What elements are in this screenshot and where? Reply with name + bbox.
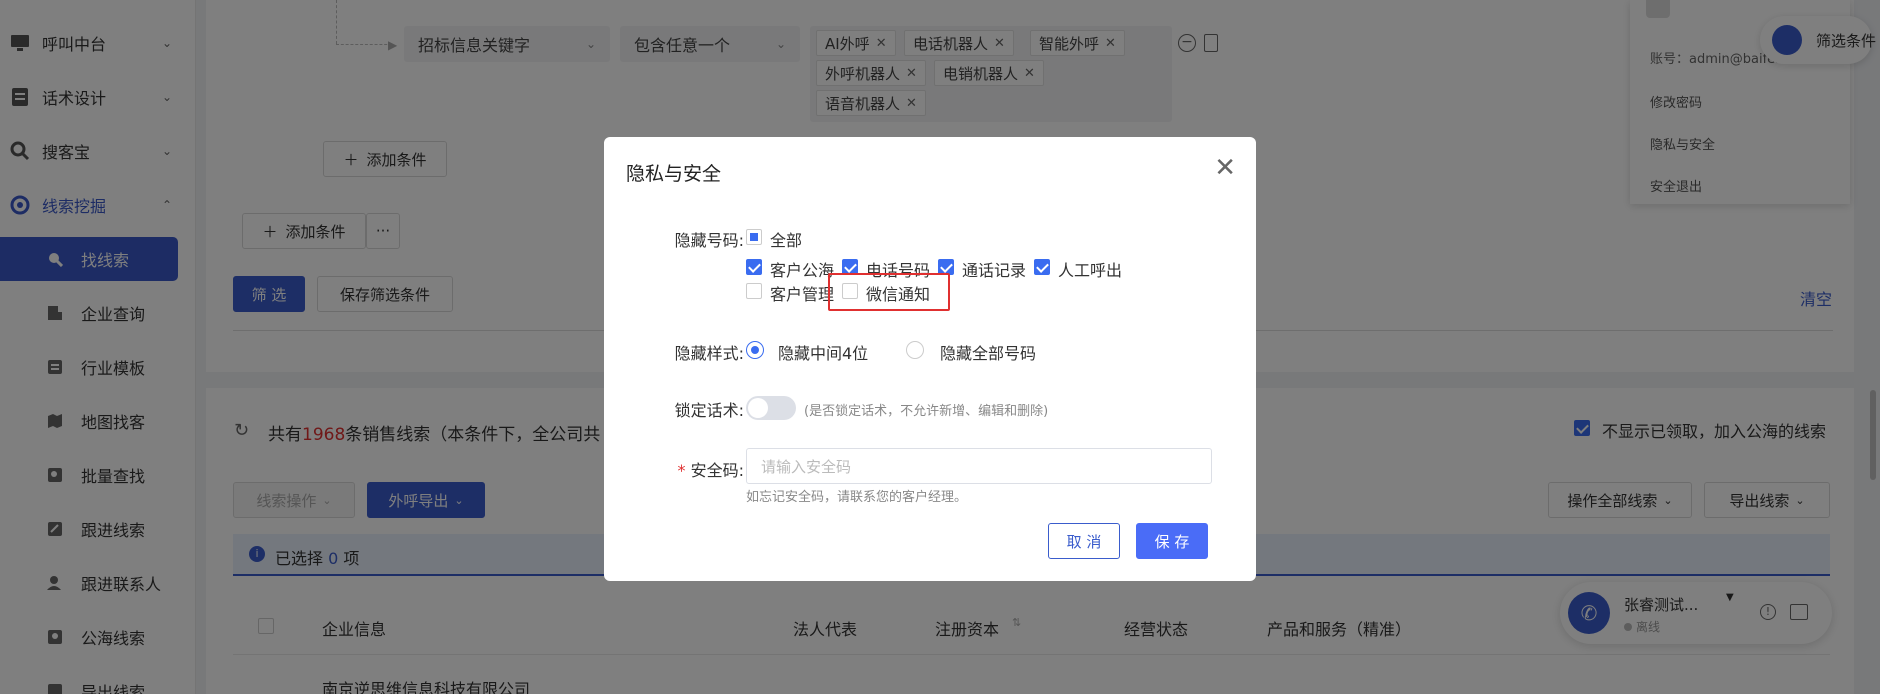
security-code-label-wrap: * 安全码: [644,457,745,481]
checkbox-label: 通话记录 [962,261,1027,280]
button-label: 取 消 [1066,532,1102,551]
security-hint: 如忘记安全码，请联系您的客户经理。 [746,490,968,505]
all-label: 全部 [770,231,803,250]
privacy-security-dialog: 隐私与安全 ✕ 隐藏号码: 全部 客户公海 电话号码 通话记录 人工呼出 客户管… [604,137,1256,581]
hide-middle-radio[interactable] [746,341,764,359]
hide-all-radio[interactable] [906,341,924,359]
checkbox-label: 人工呼出 [1058,261,1123,280]
input-placeholder: 请输入安全码 [761,457,852,476]
hide-style-label: 隐藏样式: [674,344,744,363]
manual-call-checkbox[interactable] [1034,259,1050,275]
cancel-button[interactable]: 取 消 [1048,523,1120,559]
close-icon[interactable]: ✕ [1214,153,1236,183]
security-code-input[interactable]: 请输入安全码 [746,448,1212,484]
security-code-label: 安全码: [690,461,744,480]
checkbox-label: 客户公海 [770,261,835,280]
button-label: 保 存 [1154,532,1190,551]
hide-number-label: 隐藏号码: [674,231,744,250]
required-mark: * [677,461,686,480]
checkbox-label: 客户管理 [770,285,835,304]
radio-label: 隐藏中间4位 [778,344,869,363]
lock-script-label: 锁定话术: [674,401,744,420]
dialog-title: 隐私与安全 [626,163,722,185]
highlight-box [828,273,950,311]
lock-hint: (是否锁定话术，不允许新增、编辑和删除) [804,404,1049,419]
lock-script-switch[interactable] [746,396,796,420]
all-checkbox[interactable] [746,229,762,245]
radio-label: 隐藏全部号码 [940,344,1037,363]
customer-management-checkbox[interactable] [746,283,762,299]
customer-pool-checkbox[interactable] [746,259,762,275]
save-button[interactable]: 保 存 [1136,523,1208,559]
